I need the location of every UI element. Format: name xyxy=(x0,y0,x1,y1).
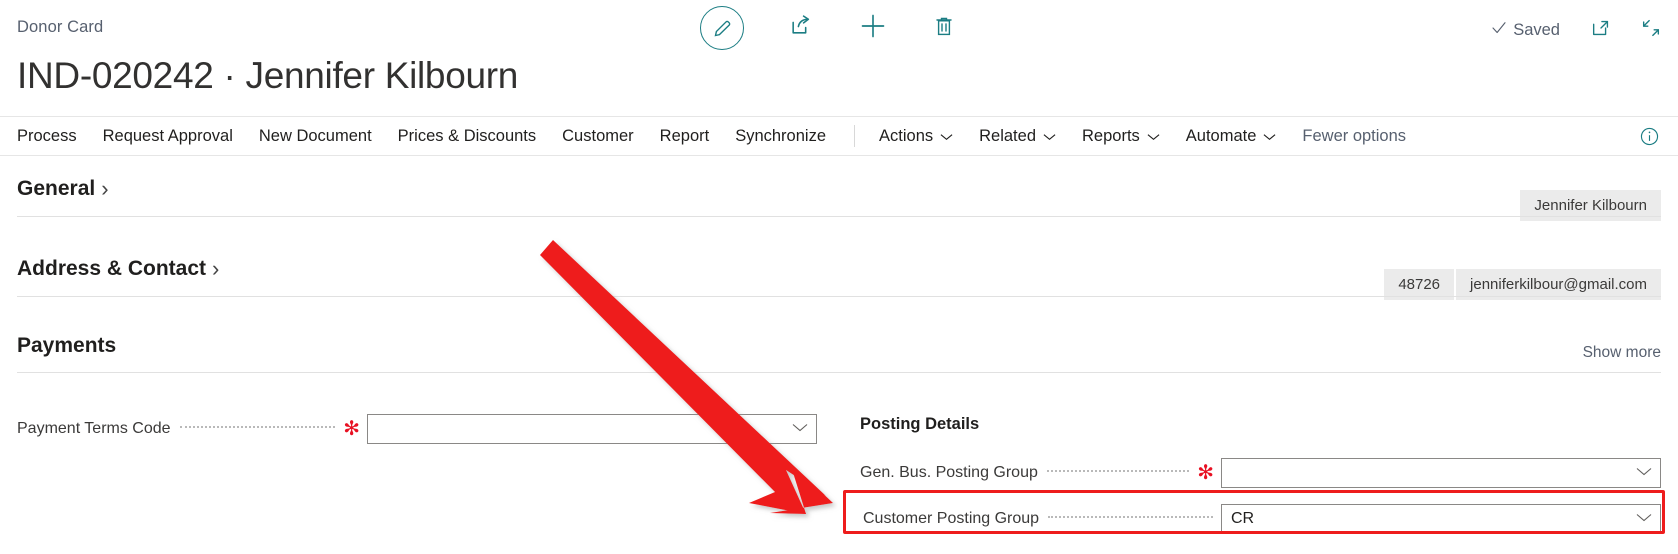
ribbon-item-reports[interactable]: Reports xyxy=(1082,127,1160,146)
delete-button[interactable] xyxy=(932,14,956,43)
payment-terms-code-input[interactable] xyxy=(367,414,817,444)
ribbon-item-actions[interactable]: Actions xyxy=(879,127,953,146)
payment-terms-code-label: Payment Terms Code xyxy=(17,420,171,437)
ribbon-item-synchronize[interactable]: Synchronize xyxy=(735,127,826,146)
delete-trash-icon xyxy=(932,14,956,43)
check-icon xyxy=(1490,19,1508,42)
section-payments[interactable]: Payments xyxy=(17,334,116,358)
chevron-right-icon: › xyxy=(212,256,220,281)
edit-pencil-button[interactable] xyxy=(700,6,744,50)
required-asterisk-icon: ✻ xyxy=(343,418,360,440)
status-badge: Saved xyxy=(1490,19,1560,42)
ribbon-divider xyxy=(854,125,856,147)
new-plus-icon xyxy=(859,12,887,45)
section-address-contact[interactable]: Address & Contact › xyxy=(17,256,219,282)
leader-dots xyxy=(179,425,336,428)
donor-card-page: Donor Card Saved IND-020242 · Jennifer K… xyxy=(0,0,1678,554)
collapse-window-icon[interactable] xyxy=(1640,17,1662,44)
required-asterisk-icon: ✻ xyxy=(1197,462,1214,484)
ribbon-item-report[interactable]: Report xyxy=(660,127,710,146)
edit-pencil-icon xyxy=(700,6,744,50)
open-in-new-window-icon[interactable] xyxy=(1590,17,1612,44)
chevron-down-icon xyxy=(1043,127,1056,146)
field-payment-terms-code: Payment Terms Code ✻ xyxy=(17,414,817,444)
ribbon-bar: Process Request Approval New Document Pr… xyxy=(0,116,1678,156)
divider-address xyxy=(17,296,1661,297)
chevron-down-icon xyxy=(940,127,953,146)
chevron-down-icon xyxy=(1263,127,1276,146)
red-highlight-box xyxy=(843,490,1665,534)
ribbon-item-request-approval[interactable]: Request Approval xyxy=(103,127,233,146)
ribbon-item-fewer-options[interactable]: Fewer options xyxy=(1302,127,1406,146)
new-button[interactable] xyxy=(859,12,887,45)
field-gen-bus-posting-group: Gen. Bus. Posting Group ✻ xyxy=(860,458,1661,488)
divider-payments xyxy=(17,372,1661,373)
ribbon-item-process[interactable]: Process xyxy=(17,127,77,146)
chevron-right-icon: › xyxy=(101,176,109,201)
share-button[interactable] xyxy=(789,13,814,43)
gen-bus-posting-group-input[interactable] xyxy=(1221,458,1661,488)
share-icon xyxy=(789,13,814,43)
ribbon-item-automate[interactable]: Automate xyxy=(1186,127,1277,146)
leader-dots xyxy=(1046,469,1190,472)
top-action-icons xyxy=(700,6,956,50)
chevron-down-icon xyxy=(1147,127,1160,146)
divider-general xyxy=(17,216,1661,217)
window-controls xyxy=(1590,17,1662,44)
chevron-down-icon xyxy=(792,423,808,435)
posting-details-heading: Posting Details xyxy=(860,415,980,433)
page-title: IND-020242 · Jennifer Kilbourn xyxy=(17,55,519,96)
section-general[interactable]: General › xyxy=(17,176,109,202)
ribbon-item-prices-discounts[interactable]: Prices & Discounts xyxy=(398,127,536,146)
ribbon-item-customer[interactable]: Customer xyxy=(562,127,634,146)
breadcrumb[interactable]: Donor Card xyxy=(17,18,103,37)
top-bar: Donor Card Saved xyxy=(0,0,1678,60)
show-more-link[interactable]: Show more xyxy=(1583,344,1661,362)
chevron-down-icon xyxy=(1636,467,1652,479)
gen-bus-posting-group-label: Gen. Bus. Posting Group xyxy=(860,464,1038,481)
ribbon-item-new-document[interactable]: New Document xyxy=(259,127,372,146)
ribbon-item-related[interactable]: Related xyxy=(979,127,1056,146)
saved-label: Saved xyxy=(1513,21,1560,39)
info-circle-icon[interactable] xyxy=(1639,126,1660,152)
